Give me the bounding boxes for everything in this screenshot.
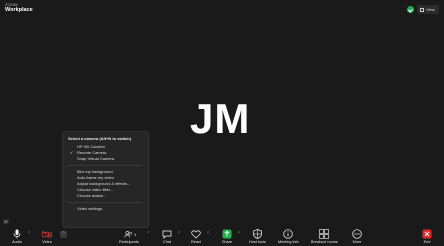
heart-react-icon [191, 229, 201, 239]
more-button[interactable]: More [352, 229, 362, 246]
menu-divider [68, 202, 143, 203]
grid-icon [420, 7, 424, 12]
self-view-badge[interactable]: M [3, 219, 9, 224]
breakout-rooms-button[interactable]: Breakout rooms [311, 229, 338, 246]
avatar-option[interactable]: Choose avatar... [68, 193, 143, 199]
host-tools-button[interactable]: Host tools [249, 229, 266, 246]
participants-count: 1 [134, 232, 137, 237]
share-button[interactable]: Share [222, 229, 232, 246]
chat-options-chevron-icon[interactable]: ⌃ [177, 232, 181, 237]
audio-label: Audio [12, 240, 22, 244]
end-meeting-button[interactable]: End [422, 229, 432, 246]
top-bar: ZOOM Workplace View [0, 0, 444, 18]
end-call-icon [422, 229, 432, 239]
react-button[interactable]: React [191, 229, 201, 246]
host-tools-label: Host tools [249, 240, 266, 244]
share-screen-icon [222, 229, 232, 239]
react-label: React [191, 240, 201, 244]
react-options-chevron-icon[interactable]: ⌃ [206, 232, 210, 237]
meeting-info-button[interactable]: Meeting info [278, 229, 299, 246]
camera-menu: Select a camera (Alt+N to switch) HP HD … [62, 131, 149, 228]
video-off-icon [42, 229, 52, 239]
participant-initials: JM [190, 95, 251, 142]
more-dots-icon [352, 229, 362, 239]
share-label: Share [222, 240, 233, 244]
view-button[interactable]: View [417, 5, 439, 14]
chat-label: Chat [162, 240, 172, 244]
menu-divider [68, 165, 143, 166]
video-label: Video [42, 240, 52, 244]
breakout-rooms-label: Breakout rooms [311, 240, 338, 244]
participants-label: Participants [119, 240, 139, 244]
info-icon [283, 229, 293, 239]
participants-icon [124, 229, 134, 239]
audio-options-chevron-icon[interactable]: ⌃ [27, 232, 31, 237]
video-options-chevron-icon[interactable]: ⌃ [60, 231, 67, 238]
more-label: More [352, 240, 362, 244]
end-label: End [423, 240, 431, 244]
shield-icon [252, 229, 262, 239]
app-brand: ZOOM Workplace [5, 3, 33, 14]
meeting-toolbar: Audio ⌃ Video ⌃ Participants 1 ⌃ Chat ⌃ … [0, 228, 444, 246]
camera-option-snap-virtual[interactable]: Snap Virtual Camera [68, 156, 143, 162]
microphone-icon [12, 229, 22, 239]
video-settings-option[interactable]: Video settings... [68, 206, 143, 212]
participants-options-chevron-icon[interactable]: ⌃ [146, 232, 150, 237]
view-label: View [426, 7, 435, 12]
audio-button[interactable]: Audio [12, 229, 22, 246]
meeting-info-label: Meeting info [278, 240, 299, 244]
breakout-rooms-icon [319, 229, 330, 239]
video-button[interactable]: Video [42, 229, 52, 246]
chat-button[interactable]: Chat [162, 229, 172, 246]
share-options-chevron-icon[interactable]: ⌃ [237, 232, 241, 237]
security-shield-icon[interactable] [407, 6, 414, 13]
camera-menu-title: Select a camera (Alt+N to switch) [68, 136, 132, 141]
brand-title: Workplace [5, 7, 33, 13]
chat-icon [162, 229, 172, 239]
